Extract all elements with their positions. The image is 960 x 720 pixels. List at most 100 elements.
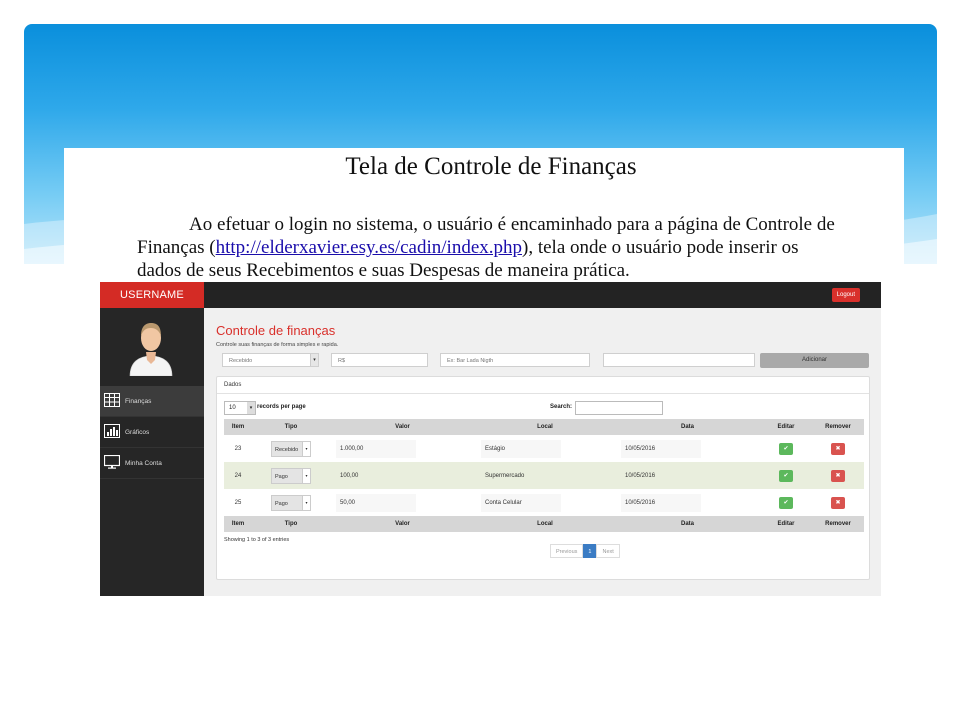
col-valor[interactable]: Valor bbox=[330, 419, 475, 435]
row-local-field[interactable]: Conta Celular bbox=[481, 493, 561, 512]
app-screenshot: USERNAME Logout Finanças Gráficos Minha … bbox=[100, 282, 881, 596]
records-per-page-select[interactable]: 10 ▾ bbox=[224, 401, 256, 415]
cell-data: 10/05/2016 bbox=[615, 435, 760, 462]
sidebar-item-label: Gráficos bbox=[125, 429, 150, 436]
col-local: Local bbox=[475, 516, 615, 532]
page-1-button[interactable]: 1 bbox=[583, 544, 597, 558]
col-valor: Valor bbox=[330, 516, 475, 532]
row-data-field[interactable]: 10/05/2016 bbox=[621, 467, 701, 485]
sidebar-item-label: Minha Conta bbox=[125, 460, 162, 467]
edit-check-icon[interactable]: ✔ bbox=[779, 496, 793, 509]
row-tipo-select[interactable]: Recebido ▾ bbox=[271, 440, 311, 457]
sidebar-item-financas[interactable]: Finanças bbox=[100, 386, 204, 417]
slide-title: Tela de Controle de Finanças bbox=[345, 153, 637, 180]
records-per-page-value: 10 bbox=[229, 405, 236, 411]
cell-remover: ✖ bbox=[812, 462, 864, 489]
row-local-field[interactable]: Supermercado bbox=[481, 467, 561, 485]
cell-valor: 1.000,00 bbox=[330, 435, 475, 462]
col-item[interactable]: Item bbox=[224, 419, 252, 435]
top-bar: USERNAME Logout bbox=[100, 282, 881, 308]
finance-table: Item Tipo Valor Local Data Editar Remove… bbox=[224, 419, 864, 532]
col-tipo: Tipo bbox=[252, 516, 330, 532]
cell-item: 23 bbox=[234, 445, 242, 452]
sidebar-item-graficos[interactable]: Gráficos bbox=[100, 417, 204, 448]
tipo-select-value: Recebido bbox=[229, 358, 253, 364]
search-input[interactable] bbox=[575, 401, 663, 415]
page-title: Controle de finanças bbox=[216, 323, 336, 338]
app-link[interactable]: http://elderxavier.esy.es/cadin/index.ph… bbox=[216, 237, 522, 258]
pagination: Previous 1 Next bbox=[550, 544, 620, 558]
edit-check-icon[interactable]: ✔ bbox=[779, 442, 793, 455]
slide-paragraph: Ao efetuar o login no sistema, o usuário… bbox=[137, 213, 837, 282]
table-row: 25 Pago ▾ 50,00 Conta Celular 10/05/2016 … bbox=[224, 489, 864, 516]
cell-tipo: Recebido ▾ bbox=[252, 435, 330, 462]
cell-tipo: Pago ▾ bbox=[252, 489, 330, 516]
row-valor-field[interactable]: 1.000,00 bbox=[336, 439, 416, 458]
monitor-icon bbox=[104, 455, 120, 469]
data-input[interactable] bbox=[603, 353, 755, 367]
table-row: 23 Recebido ▾ 1.000,00 Estágio 10/05/2016… bbox=[224, 435, 864, 462]
avatar bbox=[129, 323, 173, 376]
row-valor-field[interactable]: 100,00 bbox=[336, 467, 416, 485]
col-data[interactable]: Data bbox=[615, 419, 760, 435]
col-item: Item bbox=[224, 516, 252, 532]
chevron-down-icon: ▾ bbox=[247, 402, 255, 414]
table-icon bbox=[104, 393, 120, 407]
col-remover[interactable]: Remover bbox=[812, 419, 864, 435]
main-content: Controle de finanças Controle suas finan… bbox=[204, 308, 881, 596]
table-row: 24 Pago ▾ 100,00 Supermercado 10/05/2016 … bbox=[224, 462, 864, 489]
previous-page-button[interactable]: Previous bbox=[550, 544, 584, 558]
data-panel: Dados 10 ▾ records per page Search: Item… bbox=[216, 376, 870, 580]
sidebar-item-minha-conta[interactable]: Minha Conta bbox=[100, 448, 204, 479]
table-footer-row: Item Tipo Valor Local Data Editar Remove… bbox=[224, 516, 864, 532]
cell-data: 10/05/2016 bbox=[615, 462, 760, 489]
edit-check-icon[interactable]: ✔ bbox=[779, 469, 793, 482]
remove-x-icon[interactable]: ✖ bbox=[831, 496, 845, 509]
brand-username[interactable]: USERNAME bbox=[100, 282, 204, 308]
bar-chart-icon bbox=[104, 424, 120, 438]
sidebar-item-label: Finanças bbox=[125, 398, 152, 405]
tipo-select[interactable]: Recebido ▾ bbox=[222, 353, 319, 367]
col-editar[interactable]: Editar bbox=[760, 419, 812, 435]
cell-editar: ✔ bbox=[760, 462, 812, 489]
cell-local: Conta Celular bbox=[475, 489, 615, 516]
row-local-field[interactable]: Estágio bbox=[481, 439, 561, 458]
row-tipo-value: Pago bbox=[275, 473, 288, 480]
col-tipo[interactable]: Tipo bbox=[252, 419, 330, 435]
row-tipo-value: Pago bbox=[275, 500, 288, 507]
next-page-button[interactable]: Next bbox=[596, 544, 620, 558]
row-data-field[interactable]: 10/05/2016 bbox=[621, 493, 701, 512]
cell-tipo: Pago ▾ bbox=[252, 462, 330, 489]
cell-remover: ✖ bbox=[812, 489, 864, 516]
col-local[interactable]: Local bbox=[475, 419, 615, 435]
entries-info: Showing 1 to 3 of 3 entries bbox=[224, 537, 290, 543]
logout-button[interactable]: Logout bbox=[831, 288, 860, 302]
chevron-down-icon: ▾ bbox=[302, 468, 310, 483]
col-data: Data bbox=[615, 516, 760, 532]
remove-x-icon[interactable]: ✖ bbox=[831, 469, 845, 482]
add-button[interactable]: Adicionar bbox=[760, 353, 869, 368]
col-remover: Remover bbox=[812, 516, 864, 532]
local-input[interactable]: Ex: Bar Lada Nigth bbox=[440, 353, 590, 367]
cell-local: Supermercado bbox=[475, 462, 615, 489]
cell-editar: ✔ bbox=[760, 435, 812, 462]
row-tipo-value: Recebido bbox=[275, 446, 299, 453]
valor-input[interactable]: R$ bbox=[331, 353, 428, 367]
sidebar: Finanças Gráficos Minha Conta bbox=[100, 308, 204, 596]
cell-valor: 50,00 bbox=[330, 489, 475, 516]
cell-item: 24 bbox=[224, 462, 252, 489]
records-per-page-label: records per page bbox=[257, 404, 306, 410]
cell-valor: 100,00 bbox=[330, 462, 475, 489]
row-valor-field[interactable]: 50,00 bbox=[336, 493, 416, 512]
row-data-field[interactable]: 10/05/2016 bbox=[621, 439, 701, 458]
cell-editar: ✔ bbox=[760, 489, 812, 516]
search-label: Search: bbox=[550, 404, 573, 410]
cell-item: 25 bbox=[234, 499, 242, 506]
remove-x-icon[interactable]: ✖ bbox=[831, 442, 845, 455]
cell-local: Estágio bbox=[475, 435, 615, 462]
panel-title: Dados bbox=[217, 377, 869, 394]
cell-remover: ✖ bbox=[812, 435, 864, 462]
row-tipo-select[interactable]: Pago ▾ bbox=[271, 467, 311, 484]
chevron-down-icon: ▾ bbox=[310, 354, 318, 366]
row-tipo-select[interactable]: Pago ▾ bbox=[271, 494, 311, 511]
